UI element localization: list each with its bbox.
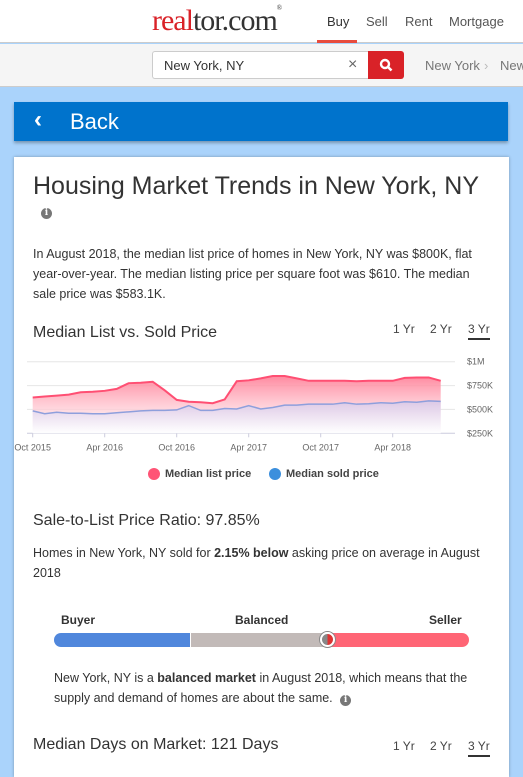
logo-mark: ®	[277, 4, 281, 12]
label-seller: Seller	[429, 613, 462, 627]
range-2yr[interactable]: 2 Yr	[430, 322, 452, 336]
chevron-left-icon: ‹	[34, 106, 42, 134]
x-tick-label: Oct 2017	[302, 442, 339, 452]
back-button[interactable]: ‹ Back	[14, 102, 508, 141]
x-tick-label: Apr 2017	[230, 442, 267, 452]
market-summary: In August 2018, the median list price of…	[33, 244, 483, 304]
days-range-1yr[interactable]: 1 Yr	[393, 739, 415, 753]
info-icon[interactable]: i	[340, 695, 351, 706]
legend-list-label[interactable]: Median list price	[165, 468, 251, 480]
breadcrumb-next[interactable]: New	[500, 58, 523, 73]
ratio-text-bold: 2.15% below	[214, 546, 288, 560]
balanced-segment	[191, 633, 328, 647]
seller-segment	[328, 633, 469, 647]
label-buyer: Buyer	[61, 613, 95, 627]
market-text-bold: balanced market	[157, 671, 256, 685]
search-button[interactable]	[368, 51, 404, 79]
legend-sold-dot	[269, 468, 281, 480]
logo-text-red: real	[152, 4, 193, 37]
active-nav-indicator	[317, 40, 357, 43]
page-title: Housing Market Trends in New York, NY	[33, 172, 479, 201]
search-icon	[379, 58, 393, 72]
logo-text-dark: tor.com	[193, 4, 277, 37]
buyer-segment	[54, 633, 190, 647]
y-tick-label: $750K	[467, 381, 493, 391]
legend-list-dot	[148, 468, 160, 480]
info-icon[interactable]: i	[41, 208, 52, 219]
price-chart: $1M $750K $500K $250K Oct 2015 Apr 2016 Oct 20…	[0, 340, 523, 460]
ratio-text-a: Homes in New York, NY sold for	[33, 546, 214, 560]
x-tick-label: Apr 2018	[374, 442, 411, 452]
days-title: Median Days on Market: 121 Days	[33, 736, 278, 754]
legend-sold-label[interactable]: Median sold price	[286, 468, 379, 480]
chevron-right-icon: ›	[484, 58, 488, 73]
search-input[interactable]	[152, 51, 368, 79]
close-icon[interactable]: ×	[348, 56, 357, 74]
nav-mortgage[interactable]: Mortgage	[449, 14, 504, 29]
label-balanced: Balanced	[235, 613, 288, 627]
x-tick-label: Oct 2015	[14, 442, 51, 452]
ratio-title: Sale-to-List Price Ratio: 97.85%	[33, 512, 260, 530]
range-3yr[interactable]: 3 Yr	[468, 322, 490, 340]
market-text: New York, NY is a balanced market in Aug…	[54, 668, 474, 708]
realtor-logo[interactable]: realtor.com®	[152, 4, 281, 38]
days-range-3yr[interactable]: 3 Yr	[468, 739, 490, 757]
y-tick-label: $250K	[467, 428, 493, 438]
market-text-a: New York, NY is a	[54, 671, 157, 685]
y-tick-label: $1M	[467, 357, 485, 367]
days-range-2yr[interactable]: 2 Yr	[430, 739, 452, 753]
x-tick-label: Oct 2016	[158, 442, 195, 452]
y-tick-label: $500K	[467, 404, 493, 414]
nav-rent[interactable]: Rent	[405, 14, 432, 29]
ratio-text: Homes in New York, NY sold for 2.15% bel…	[33, 543, 483, 583]
nav-sell[interactable]: Sell	[366, 14, 388, 29]
breadcrumb-new-york[interactable]: New York	[425, 58, 480, 73]
nav-buy[interactable]: Buy	[327, 14, 349, 29]
range-1yr[interactable]: 1 Yr	[393, 322, 415, 336]
back-label: Back	[70, 109, 119, 135]
x-tick-label: Apr 2016	[86, 442, 123, 452]
